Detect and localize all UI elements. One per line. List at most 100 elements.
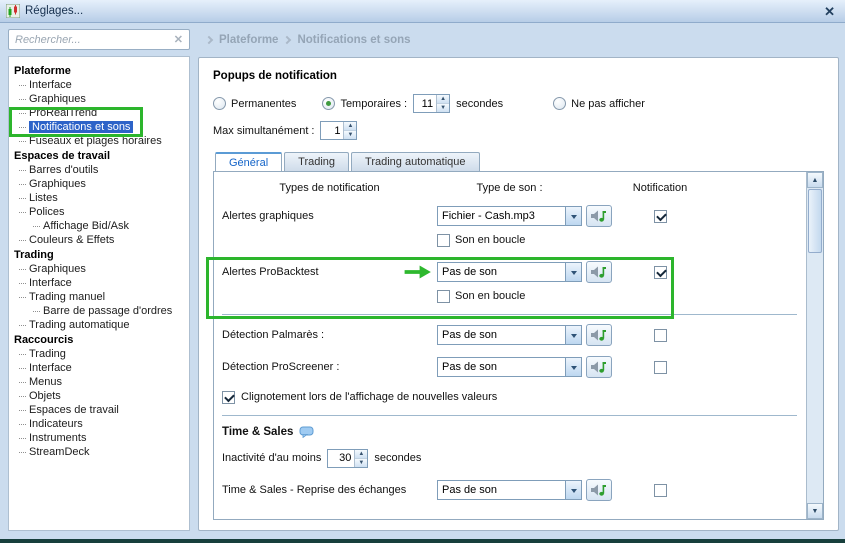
blink-label: Clignotement lors de l'affichage de nouv… [241,391,498,403]
stepper-down-icon[interactable]: ▼ [437,104,450,112]
stepper-down-icon[interactable]: ▼ [344,131,357,139]
sidebar-item-streamdeck[interactable]: StreamDeck [19,445,186,459]
tree-label: Graphiques [29,178,86,190]
search-input[interactable]: Rechercher... ✕ [8,29,190,50]
play-sound-button[interactable] [586,479,612,501]
sidebar-item-prorealtrend[interactable]: ProRealTrend [19,106,186,120]
sidebar-item-objets[interactable]: Objets [19,389,186,403]
tree-label: Couleurs & Effets [29,234,115,246]
annotation-arrow [402,262,437,282]
sound-select-time-sales[interactable]: Pas de son [437,480,582,500]
sidebar-item-raccourcis-interface[interactable]: Interface [19,361,186,375]
notification-checkbox[interactable] [653,265,667,279]
combo-arrow-icon[interactable] [565,481,581,499]
tree-label: Listes [29,192,58,204]
radio-ne-pas-afficher-label: Ne pas afficher [571,97,645,110]
stepper-up-icon[interactable]: ▲ [355,449,368,459]
tree-line [19,84,26,86]
sidebar-item-raccourcis-espaces[interactable]: Espaces de travail [19,403,186,417]
play-sound-button[interactable] [586,261,612,283]
speech-bubble-icon [299,426,314,438]
sidebar-section-espaces-de-travail[interactable]: Espaces de travail [12,148,186,163]
stepper-up-icon[interactable]: ▲ [437,95,450,104]
sidebar-item-trading-interface[interactable]: Interface [19,276,186,290]
tree-line [19,197,26,199]
sidebar-item-couleurs-effets[interactable]: Couleurs & Effets [19,233,186,247]
sound-select-probacktest[interactable]: Pas de son [437,262,582,282]
loop-checkbox[interactable] [437,233,450,247]
sidebar-item-indicateurs[interactable]: Indicateurs [19,417,186,431]
sidebar-section-plateforme[interactable]: Plateforme [12,63,186,78]
tree-label: Interface [29,79,72,91]
sidebar: Rechercher... ✕ Plateforme Interface Gra… [8,29,190,539]
sound-select-graphiques[interactable]: Fichier - Cash.mp3 [437,206,582,226]
sidebar-item-raccourcis-trading[interactable]: Trading [19,347,186,361]
stepper-down-icon[interactable]: ▼ [355,458,368,467]
loop-label: Son en boucle [455,234,526,246]
sidebar-item-trading-manuel[interactable]: Trading manuel [19,290,186,304]
speaker-note-icon [591,361,606,373]
sidebar-item-affichage-bid-ask[interactable]: Affichage Bid/Ask [33,219,186,233]
combo-arrow-icon[interactable] [565,326,581,344]
combo-arrow-icon[interactable] [565,358,581,376]
play-sound-button[interactable] [586,324,612,346]
sidebar-section-raccourcis[interactable]: Raccourcis [12,332,186,347]
inactivity-value: 30 [339,452,352,464]
tab-general[interactable]: Général [215,152,283,171]
tab-trading[interactable]: Trading [284,152,350,171]
chevron-right-icon [204,35,214,45]
titlebar[interactable]: Réglages... ✕ [0,0,845,23]
loop-checkbox[interactable] [437,289,450,303]
close-icon[interactable]: ✕ [824,5,835,18]
tab-bar: Général Trading Trading automatique [213,152,824,171]
sidebar-item-plateforme-interface[interactable]: Interface [19,78,186,92]
sound-select-proscreener[interactable]: Pas de son [437,357,582,377]
sidebar-item-barres-outils[interactable]: Barres d'outils [19,163,186,177]
sidebar-item-instruments[interactable]: Instruments [19,431,186,445]
scroll-down-icon[interactable]: ▼ [807,503,823,519]
app-chart-icon [6,4,20,18]
scroll-thumb[interactable] [808,189,822,253]
inactivity-stepper[interactable]: 30 ▲ ▼ [327,448,369,468]
sidebar-item-espaces-graphiques[interactable]: Graphiques [19,177,186,191]
tree-label: Trading manuel [29,291,106,303]
tree-line [19,282,26,284]
sidebar-item-menus[interactable]: Menus [19,375,186,389]
sidebar-item-fuseaux[interactable]: Fuseaux et plages horaires [19,134,186,148]
temporaires-seconds-stepper[interactable]: 11 ▲ ▼ [413,94,451,113]
inactivity-row: Inactivité d'au moins 30 ▲ ▼ secondes [222,448,797,468]
notification-checkbox[interactable] [653,328,667,342]
blink-checkbox[interactable] [222,390,235,404]
sound-select-palmares[interactable]: Pas de son [437,325,582,345]
tab-trading-automatique[interactable]: Trading automatique [351,152,480,171]
sidebar-item-trading-automatique[interactable]: Trading automatique [19,318,186,332]
stepper-up-icon[interactable]: ▲ [344,122,357,131]
clear-search-icon[interactable]: ✕ [174,33,183,46]
temporaires-unit-label: secondes [456,97,504,110]
sidebar-item-notifications-et-sons[interactable]: Notifications et sons [19,120,186,134]
sidebar-item-plateforme-graphiques[interactable]: Graphiques [19,92,186,106]
header-types-de-notification: Types de notification [279,182,380,194]
play-sound-button[interactable] [586,205,612,227]
scroll-up-icon[interactable]: ▲ [807,172,823,188]
radio-permanentes[interactable] [213,97,226,110]
sidebar-item-polices[interactable]: Polices [19,205,186,219]
radio-ne-pas-afficher[interactable] [553,97,567,110]
sidebar-item-listes[interactable]: Listes [19,191,186,205]
notification-checkbox[interactable] [653,483,667,497]
sidebar-section-trading[interactable]: Trading [12,247,186,262]
loop-label: Son en boucle [455,290,526,302]
sound-select-value: Pas de son [442,361,498,373]
vertical-scrollbar[interactable]: ▲ ▼ [806,172,823,519]
sidebar-item-barre-passage-ordres[interactable]: Barre de passage d'ordres [33,304,186,318]
play-sound-button[interactable] [586,356,612,378]
tree-line [19,183,26,185]
radio-temporaires[interactable] [322,97,336,110]
sound-select-value: Fichier - Cash.mp3 [442,210,535,222]
notification-checkbox[interactable] [653,209,667,223]
notification-checkbox[interactable] [653,360,667,374]
combo-arrow-icon[interactable] [565,263,581,281]
sidebar-item-trading-graphiques[interactable]: Graphiques [19,262,186,276]
max-simultaneous-stepper[interactable]: 1 ▲ ▼ [320,121,358,140]
combo-arrow-icon[interactable] [565,207,581,225]
